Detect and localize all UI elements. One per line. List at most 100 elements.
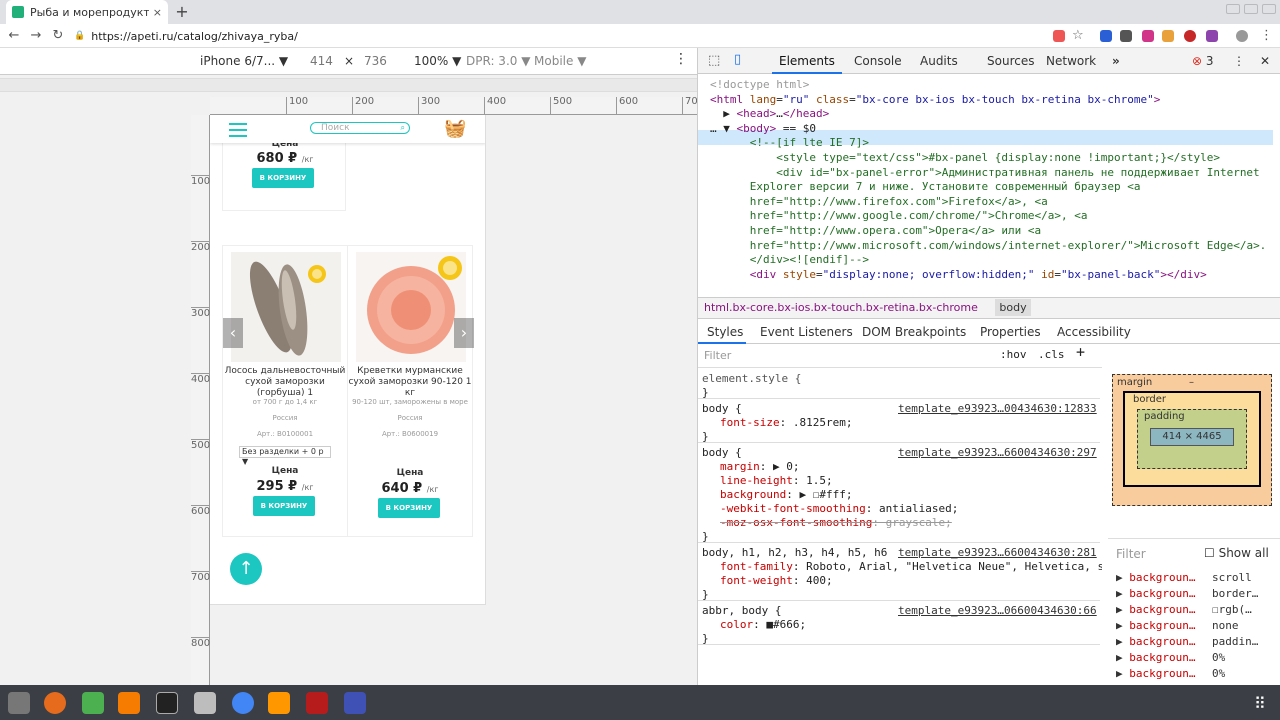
forward-icon[interactable]: → [26, 24, 46, 48]
computed-property[interactable]: ▶ backgroun… [1116, 587, 1195, 600]
new-tab-button[interactable]: + [172, 2, 192, 22]
computed-property[interactable]: ▶ backgroun… [1116, 667, 1195, 680]
dom-node-line[interactable]: ▶ <head>…</head> [710, 107, 829, 122]
close-tab-icon[interactable]: × [153, 6, 162, 19]
add-to-cart-button[interactable]: В КОРЗИНУ [253, 496, 315, 516]
css-property[interactable]: line-height: 1.5; [720, 474, 833, 488]
close-window-icon[interactable] [1262, 4, 1276, 14]
device-select[interactable]: iPhone 6/7... ▼ [200, 54, 288, 68]
phpstorm-icon[interactable] [156, 692, 178, 714]
tab-console[interactable]: Console [854, 54, 902, 68]
dom-node-line[interactable]: Explorer версии 7 и ниже. Установите сов… [710, 180, 1141, 195]
more-tabs-icon[interactable]: » [1112, 54, 1120, 68]
css-property[interactable]: font-family: Roboto, Arial, "Helvetica N… [720, 560, 1102, 574]
computed-property[interactable]: ▶ backgroun… [1116, 635, 1195, 648]
files-icon[interactable] [194, 692, 216, 714]
computed-property[interactable]: ▶ backgroun… [1116, 603, 1195, 616]
tab-accessibility[interactable]: Accessibility [1057, 325, 1131, 339]
cls-toggle[interactable]: .cls [1038, 348, 1065, 362]
search-icon[interactable]: ⌕ [401, 123, 405, 133]
show-all-checkbox[interactable]: ☐ Show all [1204, 546, 1269, 560]
mode-select[interactable]: Mobile ▼ [534, 54, 586, 68]
firefox-icon[interactable] [44, 692, 66, 714]
calculator-icon[interactable] [82, 692, 104, 714]
filezilla-icon[interactable] [306, 692, 328, 714]
dpr-select[interactable]: DPR: 3.0 ▼ [466, 54, 530, 68]
product-image[interactable] [231, 252, 341, 362]
zoom-select[interactable]: 100% ▼ [414, 54, 461, 68]
dom-node-line[interactable]: <!doctype html> [710, 78, 809, 93]
maximize-icon[interactable] [1244, 4, 1258, 14]
product-name[interactable]: Креветки мурманские сухой заморозки 90-1… [348, 366, 472, 399]
settings-app-icon[interactable] [8, 692, 30, 714]
browser-menu-icon[interactable]: ⋮ [1260, 28, 1273, 43]
css-property[interactable]: background: ▶ ☐#fff; [720, 488, 852, 502]
product-name[interactable]: Лосось дальневосточный сухой заморозки (… [223, 366, 347, 399]
profile-avatar[interactable] [1236, 30, 1248, 42]
dom-node-line[interactable]: <style type="text/css">#bx-panel {displa… [710, 151, 1220, 166]
breadcrumb-body[interactable]: body [995, 299, 1031, 316]
dom-node-line[interactable]: <div id="bx-panel-error">Административна… [710, 166, 1259, 181]
css-property[interactable]: margin: ▶ 0; [720, 460, 800, 474]
sublime-icon[interactable] [268, 692, 290, 714]
tab-network[interactable]: Network [1046, 54, 1096, 68]
minimize-icon[interactable] [1226, 4, 1240, 14]
tab-dom-breakpoints[interactable]: DOM Breakpoints [862, 325, 966, 339]
computed-filter-input[interactable]: Filter [1116, 547, 1146, 561]
dom-node-line[interactable]: <div style="display:none; overflow:hidde… [710, 268, 1207, 283]
device-height-input[interactable]: 736 [364, 54, 394, 68]
dom-node-line[interactable]: … ▼ <body> == $0 [710, 122, 816, 137]
extension-icon[interactable] [1053, 30, 1065, 42]
app-grid-icon[interactable]: ⠿ [1254, 694, 1266, 713]
tab-properties[interactable]: Properties [980, 325, 1041, 339]
bookmark-star-icon[interactable]: ☆ [1072, 28, 1084, 43]
computed-property[interactable]: ▶ backgroun… [1116, 619, 1195, 632]
tab-styles[interactable]: Styles [707, 325, 743, 339]
css-source-link[interactable]: template_e93923…00434630:12833 [898, 402, 1097, 416]
error-count-badge[interactable]: ⊗ 3 [1192, 54, 1214, 68]
address-bar[interactable]: 🔒 https://apeti.ru/catalog/zhivaya_ryba/ [74, 26, 1094, 46]
tab-audits[interactable]: Audits [920, 54, 958, 68]
css-source-link[interactable]: template_e93923…6600434630:297 [898, 446, 1097, 460]
prev-arrow-icon[interactable]: ‹ [223, 318, 243, 348]
css-selector[interactable]: element.style { [702, 372, 801, 386]
new-rule-icon[interactable]: + [1076, 345, 1085, 360]
dom-node-line[interactable]: </div><![endif]--> [710, 253, 869, 268]
menu-icon[interactable] [229, 123, 247, 137]
media-query-bar[interactable] [0, 78, 697, 92]
box-border[interactable]: border padding 414 × 4465 [1123, 391, 1261, 487]
dom-node-line[interactable]: <!--[if lte IE 7]> [710, 136, 869, 151]
software-center-icon[interactable] [118, 692, 140, 714]
breadcrumb-html[interactable]: html.bx-core.bx-ios.bx-touch.bx-retina.b… [704, 301, 978, 314]
css-source-link[interactable]: template_e93923…6600434630:281 [898, 546, 1097, 560]
device-toggle-icon[interactable]: ▯ [734, 52, 741, 67]
computed-property[interactable]: ▶ backgroun… [1116, 571, 1195, 584]
dom-node-line[interactable]: href="http://www.google.com/chrome/">Chr… [710, 209, 1088, 224]
product-image[interactable] [356, 252, 466, 362]
tab-event-listeners[interactable]: Event Listeners [760, 325, 853, 339]
css-property[interactable]: -webkit-font-smoothing: antialiased; [720, 502, 958, 516]
extension-icon[interactable] [1142, 30, 1154, 42]
css-property[interactable]: font-weight: 400; [720, 574, 833, 588]
box-content[interactable]: 414 × 4465 [1150, 428, 1234, 446]
css-selector[interactable]: body, h1, h2, h3, h4, h5, h6 [702, 546, 887, 560]
styles-filter-input[interactable]: Filter [704, 349, 731, 363]
chrome-icon[interactable] [232, 692, 254, 714]
search-input[interactable]: Поиск ⌕ [310, 122, 410, 134]
css-selector[interactable]: body { [702, 446, 742, 460]
back-icon[interactable]: ← [4, 24, 24, 48]
hov-toggle[interactable]: :hov [1000, 348, 1027, 362]
next-arrow-icon[interactable]: › [454, 318, 474, 348]
box-padding[interactable]: padding 414 × 4465 [1137, 409, 1247, 469]
css-property[interactable]: font-size: .8125rem; [720, 416, 852, 430]
tab-elements[interactable]: Elements [779, 54, 835, 68]
extension-icon[interactable] [1184, 30, 1196, 42]
extension-icon[interactable] [1120, 30, 1132, 42]
reload-icon[interactable]: ↻ [48, 24, 68, 48]
extension-icon[interactable] [1206, 30, 1218, 42]
dom-node-line[interactable]: href="http://www.opera.com">Opera</a> ил… [710, 224, 1041, 239]
css-source-link[interactable]: template_e93923…06600434630:66 [898, 604, 1097, 618]
box-margin[interactable]: margin – border padding 414 × 4465 [1112, 374, 1272, 506]
device-width-input[interactable]: 414 [310, 54, 340, 68]
css-property[interactable]: -moz-osx-font-smoothing: grayscale; [720, 516, 952, 530]
